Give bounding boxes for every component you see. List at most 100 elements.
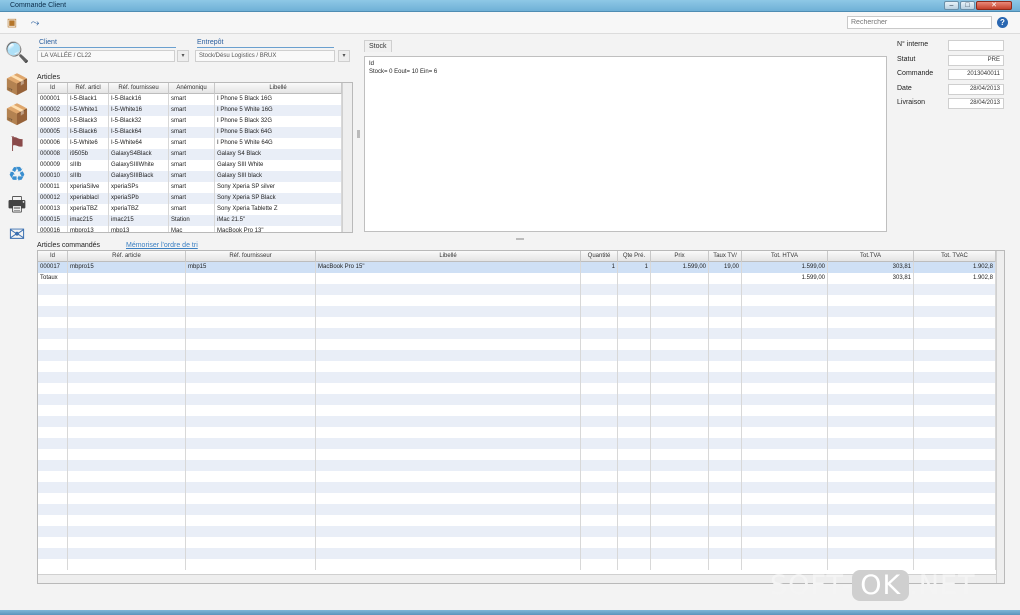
articles-scrollbar[interactable]	[342, 83, 352, 232]
empty-row	[38, 383, 996, 394]
help-icon[interactable]: ?	[997, 17, 1008, 28]
table-cell	[651, 559, 709, 570]
client-select[interactable]: LA VALLÉE / CL22	[37, 50, 175, 62]
table-cell	[68, 416, 186, 427]
table-cell	[38, 405, 68, 416]
commandes-vertical-scrollbar[interactable]	[996, 251, 1004, 583]
col-header-taux-tva[interactable]: Taux TV/	[709, 251, 742, 262]
col-header-libelle[interactable]: Libellé	[316, 251, 581, 262]
col-header-prix[interactable]: Prix	[651, 251, 709, 262]
table-cell	[651, 460, 709, 471]
commandes-header: Id Réf. article Réf. fournisseur Libellé Qua…	[38, 251, 996, 262]
col-header-quantite[interactable]: Quantité	[581, 251, 618, 262]
table-row[interactable]: 000001 I-5-Black1 I-5-Black16 smart I Phone …	[38, 94, 342, 105]
table-cell	[651, 471, 709, 482]
table-row[interactable]: 000010 sIIIb GalaxySIIIBlack smart Galaxy SI…	[38, 171, 342, 182]
table-cell: smart	[169, 171, 215, 182]
table-row[interactable]: 000011 xperiaSilve xperiaSPs smart Sony Xper…	[38, 182, 342, 193]
flag-icon[interactable]: ⚑	[3, 131, 31, 159]
arrow-icon[interactable]: ⤳	[28, 16, 42, 30]
app-box-icon[interactable]: ▣	[5, 16, 19, 30]
table-cell	[618, 548, 651, 559]
table-row[interactable]: 000009 sIIIb GalaxySIIIWhite smart Galaxy SI…	[38, 160, 342, 171]
table-cell	[618, 416, 651, 427]
table-row[interactable]: 000016 mbpro13 mbp13 Mac MacBook Pro 13"	[38, 226, 342, 232]
memoriser-tri-link[interactable]: Mémoriser l'ordre de tri	[126, 242, 198, 249]
client-dropdown-icon[interactable]: ▾	[177, 50, 189, 62]
table-cell	[709, 471, 742, 482]
table-cell: I Phone 5 White 64G	[215, 138, 342, 149]
table-cell	[651, 328, 709, 339]
col-header-tot-tva[interactable]: Tot.TVA	[828, 251, 914, 262]
table-cell: Sony Xperia Tablette Z	[215, 204, 342, 215]
magnifier-icon[interactable]: 🔍	[3, 39, 31, 67]
table-cell	[828, 416, 914, 427]
table-row[interactable]: 000015 imac215 imac215 Station iMac 21.5"	[38, 215, 342, 226]
empty-row	[38, 493, 996, 504]
commandes-title: Articles commandés	[37, 242, 101, 249]
maximize-button[interactable]: □	[960, 1, 975, 10]
entrepot-select[interactable]: Stock/Désu Logistics / BRUX	[195, 50, 335, 62]
info-value[interactable]: PRE	[948, 54, 1004, 66]
table-cell	[38, 350, 68, 361]
col-header-libelle[interactable]: Libellé	[215, 83, 342, 94]
splitter-handle[interactable]	[516, 238, 524, 240]
table-row[interactable]: 000002 I-5-White1 I-5-White16 smart I Phone …	[38, 105, 342, 116]
col-header-ref-fournisseur[interactable]: Réf. fournisseur	[186, 251, 316, 262]
table-cell: 19,00	[709, 262, 742, 273]
col-header-tot-tvac[interactable]: Tot. TVAC	[914, 251, 996, 262]
totals-tva: 303,81	[828, 273, 914, 284]
close-button[interactable]: ✕	[976, 1, 1012, 10]
articles-title: Articles	[37, 74, 60, 81]
table-row[interactable]: 000012 xperiablacl xperiaSPb smart Sony Xper…	[38, 193, 342, 204]
table-cell	[68, 515, 186, 526]
box-icon[interactable]: 📦	[3, 71, 31, 99]
col-header-id[interactable]: Id	[38, 251, 68, 262]
col-header-ref-article[interactable]: Réf. articl	[68, 83, 109, 94]
info-value[interactable]: 2013040011	[948, 69, 1004, 80]
table-cell	[68, 482, 186, 493]
col-header-ref-article[interactable]: Réf. article	[68, 251, 186, 262]
table-cell	[709, 350, 742, 361]
table-cell	[709, 361, 742, 372]
table-cell: smart	[169, 127, 215, 138]
table-row[interactable]: 000017 mbpro15 mbp15 MacBook Pro 15" 1 1 1.599…	[38, 262, 996, 273]
table-cell	[709, 405, 742, 416]
entrepot-underline	[197, 47, 334, 48]
table-cell	[914, 515, 996, 526]
table-cell	[618, 559, 651, 570]
tab-stock[interactable]: Stock	[364, 40, 392, 52]
table-cell	[742, 372, 828, 383]
col-header-ref-fournisseur[interactable]: Réf. fournisseu	[109, 83, 169, 94]
printer-icon[interactable]: 🖶	[3, 191, 31, 219]
col-header-tot-htva[interactable]: Tot. HTVA	[742, 251, 828, 262]
col-header-qte-pre[interactable]: Qte Pré.	[618, 251, 651, 262]
entrepot-dropdown-icon[interactable]: ▾	[338, 50, 350, 62]
table-cell	[38, 537, 68, 548]
table-row[interactable]: 000003 I-5-Black3 I-5-Black32 smart I Phone …	[38, 116, 342, 127]
table-row[interactable]: 000005 I-5-Black6 I-5-Black64 smart I Phone …	[38, 127, 342, 138]
minimize-button[interactable]: –	[944, 1, 959, 10]
table-cell	[742, 449, 828, 460]
search-input[interactable]	[847, 16, 992, 29]
col-header-anemonique[interactable]: Anémoniqu	[169, 83, 215, 94]
table-cell	[186, 383, 316, 394]
mail-icon[interactable]: ✉	[3, 221, 31, 249]
info-value[interactable]: 28/04/2013	[948, 83, 1004, 95]
table-cell	[581, 427, 618, 438]
table-row[interactable]: 000008 i9505b GalaxyS4Black smart Galaxy S4 …	[38, 149, 342, 160]
table-cell	[186, 438, 316, 449]
info-value[interactable]	[948, 40, 1004, 51]
table-cell	[651, 350, 709, 361]
table-cell: imac215	[109, 215, 169, 226]
table-cell	[581, 471, 618, 482]
table-row[interactable]: 000006 I-5-White6 I-5-White64 smart I Phone …	[38, 138, 342, 149]
package-icon[interactable]: 📦	[3, 101, 31, 129]
recycle-icon[interactable]: ♻	[3, 161, 31, 189]
table-cell	[828, 493, 914, 504]
splitter-handle-vertical[interactable]	[357, 130, 360, 138]
col-header-id[interactable]: Id	[38, 83, 68, 94]
info-value[interactable]: 28/04/2013	[948, 98, 1004, 109]
table-cell	[709, 284, 742, 295]
table-row[interactable]: 000013 xperiaTBZ xperiaTBZ smart Sony Xperia…	[38, 204, 342, 215]
